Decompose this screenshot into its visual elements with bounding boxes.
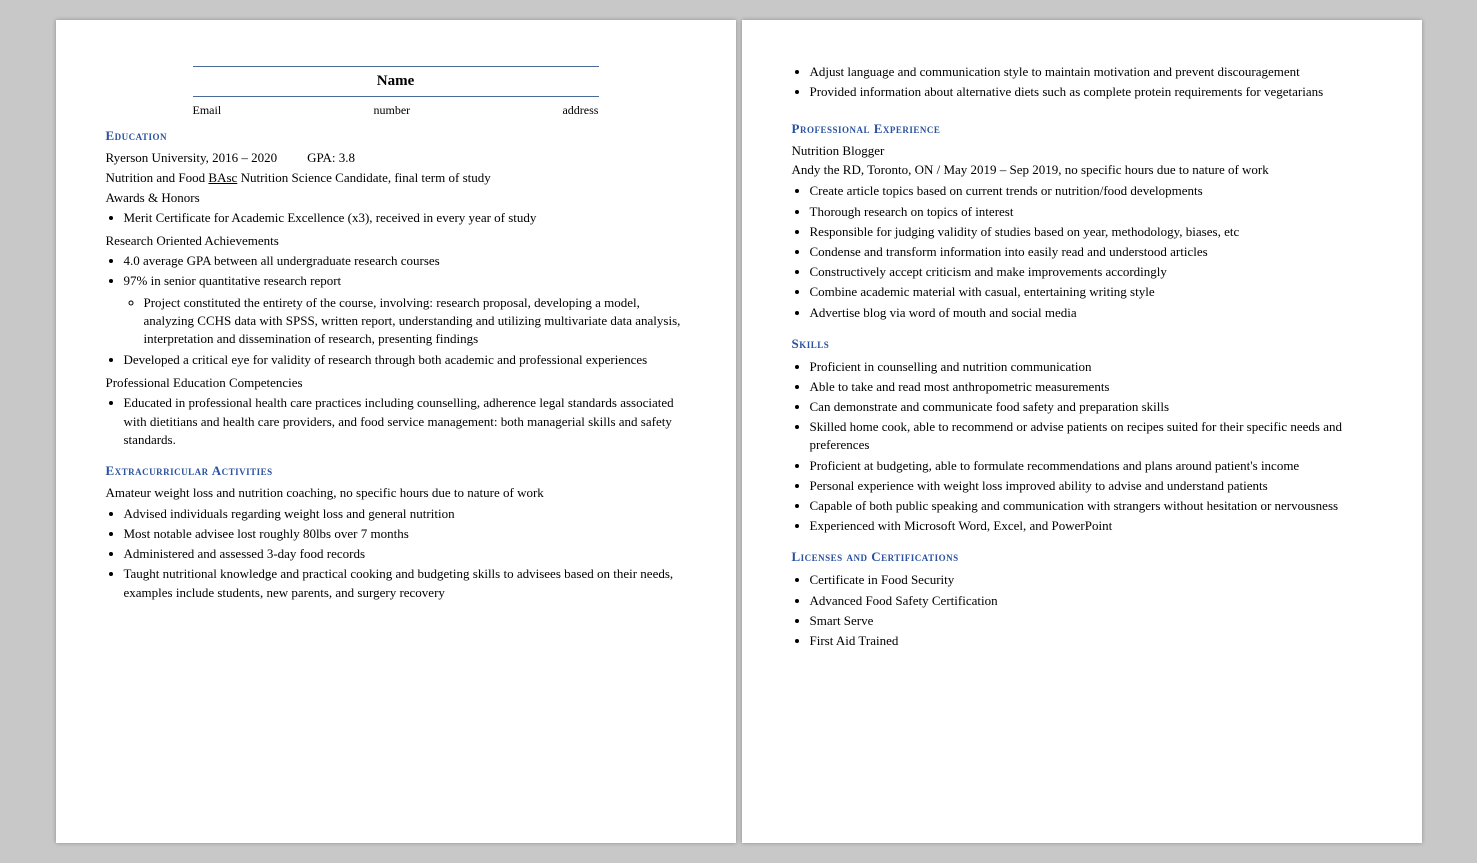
list-item: Capable of both public speaking and comm… [810, 497, 1372, 515]
extracurricular-subtitle: Amateur weight loss and nutrition coachi… [106, 485, 686, 501]
list-item: Advanced Food Safety Certification [810, 592, 1372, 610]
candidate-name: Name [106, 73, 686, 90]
list-item: Adjust language and communication style … [810, 63, 1372, 81]
skills-title: Skills [792, 336, 1372, 352]
list-item: Administered and assessed 3-day food rec… [124, 545, 686, 563]
list-item: Advised individuals regarding weight los… [124, 505, 686, 523]
competencies-label: Professional Education Competencies [106, 375, 686, 391]
list-item: Experienced with Microsoft Word, Excel, … [810, 517, 1372, 535]
list-item: Educated in professional health care pra… [124, 394, 686, 449]
list-item: Developed a critical eye for validity of… [124, 351, 686, 369]
job-title: Nutrition Blogger [792, 143, 1372, 159]
phone-field: number [374, 103, 411, 118]
list-item: 97% in senior quantitative research repo… [124, 272, 686, 348]
list-item: Most notable advisee lost roughly 80lbs … [124, 525, 686, 543]
competencies-list: Educated in professional health care pra… [106, 394, 686, 449]
list-item: Project constituted the entirety of the … [144, 294, 686, 349]
list-item: Proficient in counselling and nutrition … [810, 358, 1372, 376]
awards-label: Awards & Honors [106, 190, 686, 206]
awards-list: Merit Certificate for Academic Excellenc… [106, 209, 686, 227]
list-item: Able to take and read most anthropometri… [810, 378, 1372, 396]
list-item: Can demonstrate and communicate food saf… [810, 398, 1372, 416]
professional-experience-section: Professional Experience Nutrition Blogge… [792, 121, 1372, 321]
list-item: Combine academic material with casual, e… [810, 283, 1372, 301]
education-title: Education [106, 128, 686, 144]
skills-section: Skills Proficient in counselling and nut… [792, 336, 1372, 536]
list-item: Proficient at budgeting, able to formula… [810, 457, 1372, 475]
extracurricular-title: Extracurricular Activities [106, 463, 686, 479]
header-section: Name Email number address [106, 66, 686, 118]
list-item: Provided information about alternative d… [810, 83, 1372, 101]
address-field: address [562, 103, 598, 118]
email-field: Email [193, 103, 222, 118]
extracurricular-section: Extracurricular Activities Amateur weigh… [106, 463, 686, 602]
research-label: Research Oriented Achievements [106, 233, 686, 249]
list-item: Personal experience with weight loss imp… [810, 477, 1372, 495]
professional-experience-title: Professional Experience [792, 121, 1372, 137]
list-item: Thorough research on topics of interest [810, 203, 1372, 221]
list-item: 4.0 average GPA between all undergraduat… [124, 252, 686, 270]
list-item: Smart Serve [810, 612, 1372, 630]
list-item: First Aid Trained [810, 632, 1372, 650]
page-2: Adjust language and communication style … [742, 20, 1422, 843]
program-text: Nutrition and Food BAsc Nutrition Scienc… [106, 170, 491, 185]
extracurricular-list: Advised individuals regarding weight los… [106, 505, 686, 602]
program-line: Nutrition and Food BAsc Nutrition Scienc… [106, 170, 686, 186]
professional-list: Create article topics based on current t… [792, 182, 1372, 321]
list-item: Responsible for judging validity of stud… [810, 223, 1372, 241]
list-item: Constructively accept criticism and make… [810, 263, 1372, 281]
licenses-title: Licenses and Certifications [792, 549, 1372, 565]
header-top-line [193, 66, 599, 67]
licenses-section: Licenses and Certifications Certificate … [792, 549, 1372, 650]
list-item: Merit Certificate for Academic Excellenc… [124, 209, 686, 227]
header-bottom-line [193, 96, 599, 97]
gpa-value: GPA: 3.8 [307, 150, 355, 166]
university-row: Ryerson University, 2016 – 2020 GPA: 3.8 [106, 150, 686, 166]
intro-bullets: Adjust language and communication style … [792, 63, 1372, 101]
skills-list: Proficient in counselling and nutrition … [792, 358, 1372, 536]
list-item: Skilled home cook, able to recommend or … [810, 418, 1372, 454]
list-item: Taught nutritional knowledge and practic… [124, 565, 686, 601]
company-info: Andy the RD, Toronto, ON / May 2019 – Se… [792, 162, 1372, 178]
list-item: Certificate in Food Security [810, 571, 1372, 589]
page-1: Name Email number address Education Ryer… [56, 20, 736, 843]
basc-abbr: BAsc [208, 170, 237, 185]
research-list: 4.0 average GPA between all undergraduat… [106, 252, 686, 369]
education-section: Education Ryerson University, 2016 – 202… [106, 128, 686, 449]
research-sublist: Project constituted the entirety of the … [124, 294, 686, 349]
list-item: Condense and transform information into … [810, 243, 1372, 261]
list-item: Create article topics based on current t… [810, 182, 1372, 200]
contact-row: Email number address [193, 103, 599, 118]
university-name: Ryerson University, 2016 – 2020 [106, 150, 278, 166]
list-item: Advertise blog via word of mouth and soc… [810, 304, 1372, 322]
pages-container: Name Email number address Education Ryer… [46, 0, 1432, 863]
licenses-list: Certificate in Food Security Advanced Fo… [792, 571, 1372, 650]
